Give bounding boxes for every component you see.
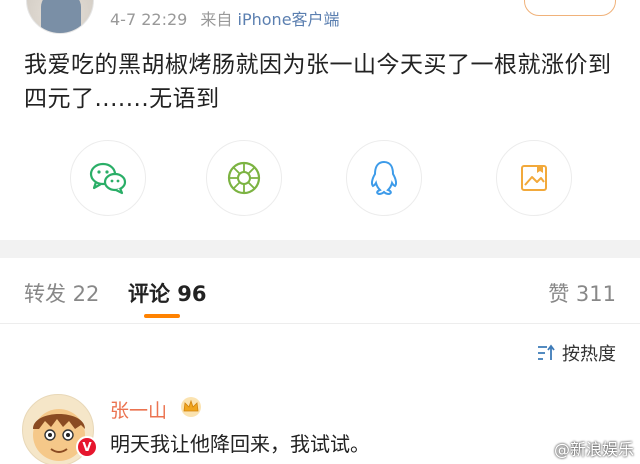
share-wechat-button[interactable]: [70, 140, 146, 216]
weibo-logo-icon: [530, 441, 549, 456]
tab-repost[interactable]: 转发 22: [24, 278, 99, 308]
post-source-prefix: 来自: [200, 10, 233, 29]
moments-icon: [227, 161, 261, 195]
watermark-text: @新浪娱乐: [553, 440, 634, 459]
share-row: [0, 140, 640, 220]
author-avatar[interactable]: [26, 0, 94, 34]
post-text: 我爱吃的黑胡椒烤肠就因为张一山今天买了一根就涨价到四元了.......无语到: [24, 52, 612, 112]
active-tab-indicator: [144, 314, 180, 318]
crown-icon: [181, 397, 201, 417]
section-divider: [0, 240, 640, 258]
sort-button[interactable]: 按热度: [536, 340, 616, 366]
share-moments-button[interactable]: [206, 140, 282, 216]
qzone-image-icon: [521, 165, 547, 191]
commenter-name[interactable]: 张一山: [110, 396, 167, 423]
verified-badge: V: [76, 436, 98, 458]
tab-comments[interactable]: 评论 96: [128, 278, 207, 308]
wechat-icon: [89, 162, 127, 195]
tab-likes[interactable]: 赞 311: [548, 278, 616, 308]
share-qq-button[interactable]: [346, 140, 422, 216]
follow-button[interactable]: [524, 0, 616, 16]
interaction-tabs: 转发 22 评论 96 赞 311: [0, 258, 640, 324]
watermark: @新浪娱乐: [530, 436, 634, 460]
post-source[interactable]: iPhone客户端: [238, 10, 340, 29]
post-time: 4-7 22:29: [110, 10, 188, 29]
qq-icon: [370, 160, 398, 196]
sort-label: 按热度: [562, 344, 616, 365]
post-meta: 4-7 22:29 来自 iPhone客户端: [110, 6, 340, 30]
share-qzone-button[interactable]: [496, 140, 572, 216]
comment-text: 明天我让他降回来，我试试。: [110, 432, 370, 456]
sort-icon: [538, 344, 555, 360]
